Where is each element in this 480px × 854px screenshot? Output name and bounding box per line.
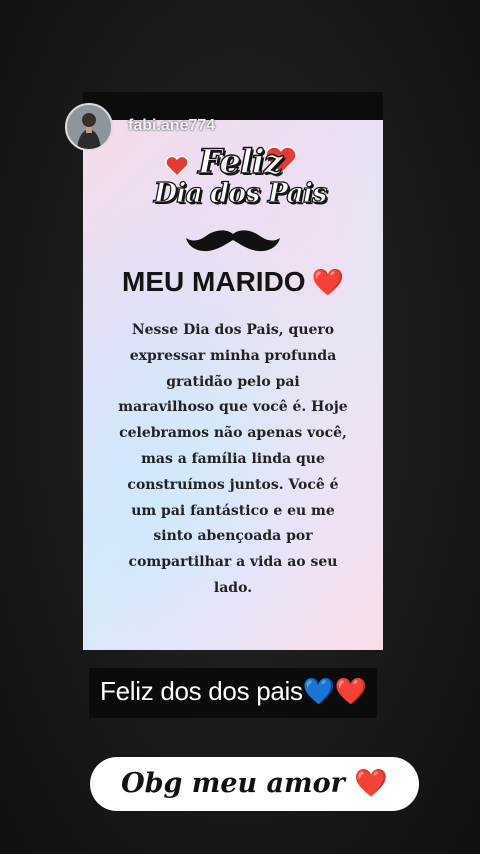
mustache-icon [186, 230, 280, 252]
red-heart-icon: ❤️ [334, 676, 367, 706]
post-title: MEU MARIDO ❤️ [83, 266, 383, 298]
avatar[interactable] [65, 103, 113, 151]
banner-line1: Feliz [197, 141, 283, 182]
heart-emoji-icon: ❤️ [311, 267, 344, 297]
story-username[interactable]: fabi.ane774 [128, 117, 215, 135]
blue-heart-icon: 💙 [302, 676, 335, 706]
post-message: Nesse Dia dos Pais, quero expressar minh… [118, 322, 348, 596]
story-caption: Feliz dos dos pais💙❤️ [100, 676, 367, 707]
banner-line2: Dia dos Pais [153, 177, 328, 209]
story-top-strip [83, 92, 383, 120]
avatar-photo-icon [67, 105, 111, 149]
feliz-dia-dos-pais-banner: Feliz Dia dos Pais [140, 140, 340, 220]
reply-text: Obg meu amor [121, 768, 345, 799]
reply-sticker-text[interactable]: Obg meu amor ❤️ [90, 757, 419, 811]
red-heart-icon: ❤️ [354, 768, 388, 799]
caption-text: Feliz dos dos pais [100, 676, 303, 706]
post-title-text: MEU MARIDO [122, 266, 306, 297]
